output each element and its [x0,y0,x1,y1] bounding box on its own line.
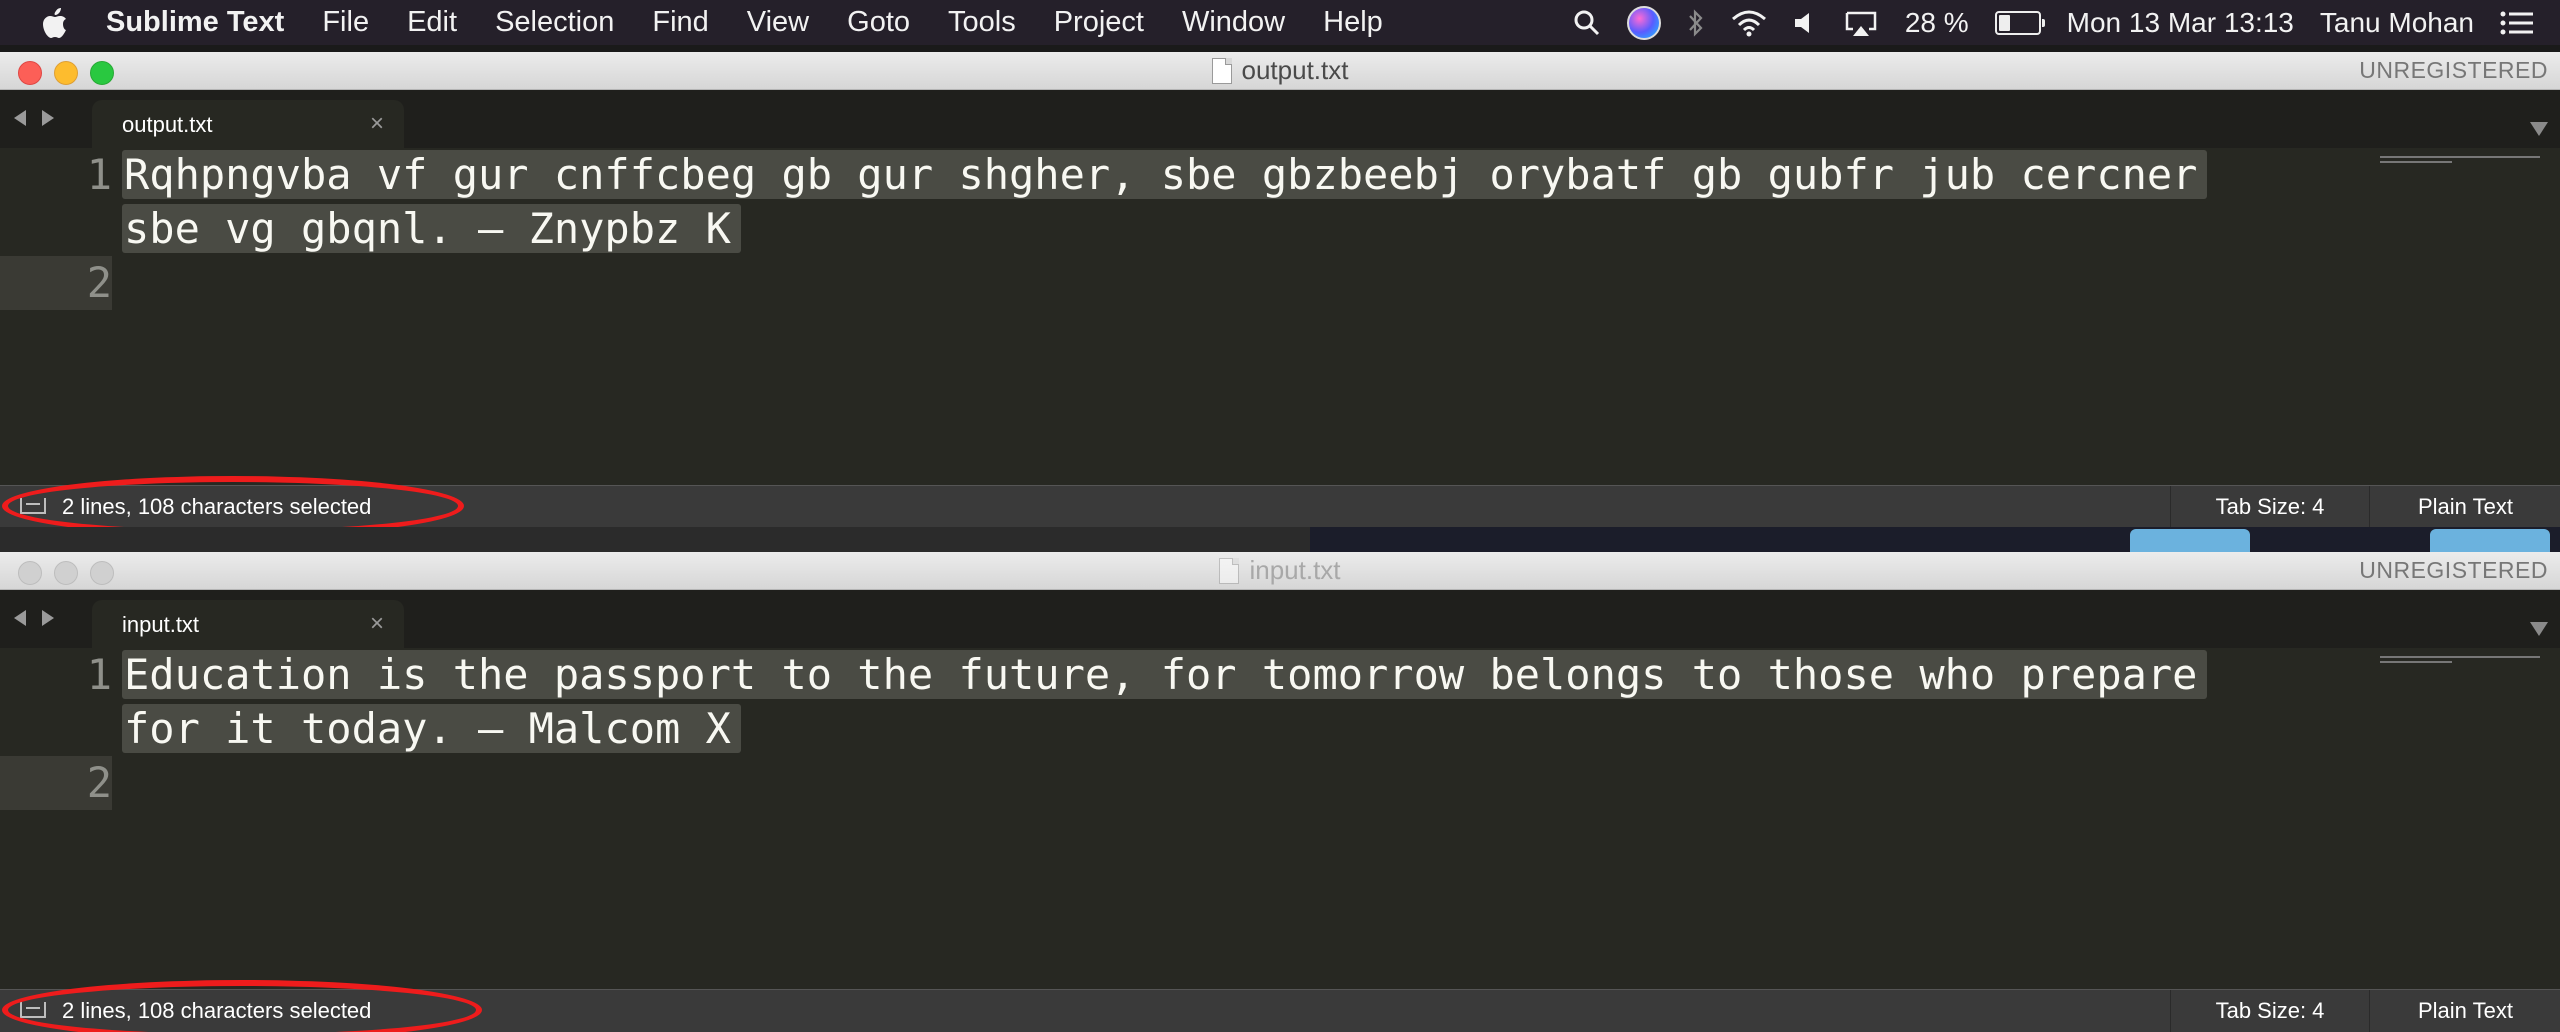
minimap[interactable] [2380,156,2540,166]
window-title: output.txt [1241,55,1349,85]
red-highlight-annotation [2,476,464,527]
menu-find[interactable]: Find [652,6,708,39]
line-number-gutter: 2 [0,756,112,810]
siri-icon[interactable] [1626,5,1661,40]
status-bar: 2 lines, 108 characters selected Tab Siz… [0,980,2560,1032]
tab-close-icon[interactable]: × [370,110,384,138]
editor-line: 2 [0,256,2560,310]
tab-menu-dropdown-icon[interactable] [2530,122,2548,136]
editor-line: for it today. – Malcom X [0,702,2560,756]
selected-text[interactable]: Education is the passport to the future,… [122,650,2208,699]
tab-label: output.txt [122,112,213,137]
macos-menu-bar: Sublime Text File Edit Selection Find Vi… [0,0,2560,45]
tab-size-selector[interactable]: Tab Size: 4 [2170,990,2369,1032]
menubar-user-name[interactable]: Tanu Mohan [2320,7,2474,39]
line-number-gutter: 1 [0,648,112,702]
apple-menu-icon[interactable] [40,7,70,39]
menu-tools[interactable]: Tools [948,6,1016,39]
line-number-gutter: 1 [0,148,112,202]
document-icon [1219,557,1240,584]
syntax-selector[interactable]: Plain Text [2369,990,2560,1032]
red-highlight-annotation [2,980,482,1032]
tab-scroll-right-icon[interactable] [42,110,54,126]
line-number: 1 [86,150,112,199]
document-icon [1211,57,1232,84]
editor-line: 2 [0,756,2560,810]
tab-scroll-right-icon[interactable] [42,610,54,626]
menu-selection[interactable]: Selection [495,6,614,39]
editor-area[interactable]: 1 Rqhpngvba vf gur cnffcbeg gb gur shghe… [0,148,2560,310]
bluetooth-icon[interactable] [1687,8,1705,38]
line-number: 2 [86,258,112,307]
desktop-folder-icon [2430,529,2550,552]
editor-line: 1 Rqhpngvba vf gur cnffcbeg gb gur shghe… [0,148,2560,202]
editor-line: 1 Education is the passport to the futur… [0,648,2560,702]
menu-app-sublime-text[interactable]: Sublime Text [106,6,284,39]
volume-icon[interactable] [1793,10,1817,36]
menu-help[interactable]: Help [1323,6,1383,39]
tab-scroll-left-icon[interactable] [14,610,26,626]
tab-size-selector[interactable]: Tab Size: 4 [2170,486,2369,527]
unregistered-label: UNREGISTERED [2359,557,2548,583]
selected-text[interactable]: for it today. – Malcom X [122,704,741,753]
menu-goto[interactable]: Goto [847,6,910,39]
tab-bar: output.txt × [0,90,2560,148]
selected-text[interactable]: Rqhpngvba vf gur cnffcbeg gb gur shgher,… [122,150,2208,199]
spotlight-search-icon[interactable] [1573,9,1601,37]
window-title: input.txt [1249,555,1341,585]
tab-scroll-left-icon[interactable] [14,110,26,126]
selected-text[interactable]: sbe vg gbqnl. – Znypbz K [122,204,741,253]
battery-percentage[interactable]: 28 % [1905,7,1969,39]
wifi-icon[interactable] [1731,9,1767,37]
sublime-window-input: input.txt UNREGISTERED input.txt × 1 Edu… [0,552,2560,1032]
menu-view[interactable]: View [747,6,809,39]
menu-edit[interactable]: Edit [407,6,457,39]
syntax-selector[interactable]: Plain Text [2369,486,2560,527]
line-number-gutter: 2 [0,256,112,310]
menu-window[interactable]: Window [1182,6,1285,39]
editor-line: sbe vg gbqnl. – Znypbz K [0,202,2560,256]
sublime-window-output: output.txt UNREGISTERED output.txt × 1 R… [0,52,2560,527]
notification-center-icon[interactable] [2500,10,2534,36]
menubar-clock[interactable]: Mon 13 Mar 13:13 [2067,7,2294,39]
battery-icon[interactable] [1994,10,2045,35]
window-title-bar[interactable]: input.txt UNREGISTERED [0,552,2560,590]
status-bar: 2 lines, 108 characters selected Tab Siz… [0,476,2560,527]
minimap[interactable] [2380,656,2540,666]
menu-file[interactable]: File [322,6,369,39]
desktop-folder-icon [2130,529,2250,552]
tab-output-txt[interactable]: output.txt × [92,100,404,148]
background-desktop-strip [0,527,2560,552]
tab-menu-dropdown-icon[interactable] [2530,622,2548,636]
line-number: 2 [86,758,112,807]
editor-area[interactable]: 1 Education is the passport to the futur… [0,648,2560,810]
unregistered-label: UNREGISTERED [2359,57,2548,83]
menu-project[interactable]: Project [1054,6,1144,39]
airplay-icon[interactable] [1843,9,1879,37]
window-title-bar[interactable]: output.txt UNREGISTERED [0,52,2560,90]
tab-close-icon[interactable]: × [370,610,384,638]
tab-label: input.txt [122,612,200,637]
tab-input-txt[interactable]: input.txt × [92,600,404,648]
line-number: 1 [86,650,112,699]
tab-bar: input.txt × [0,590,2560,648]
